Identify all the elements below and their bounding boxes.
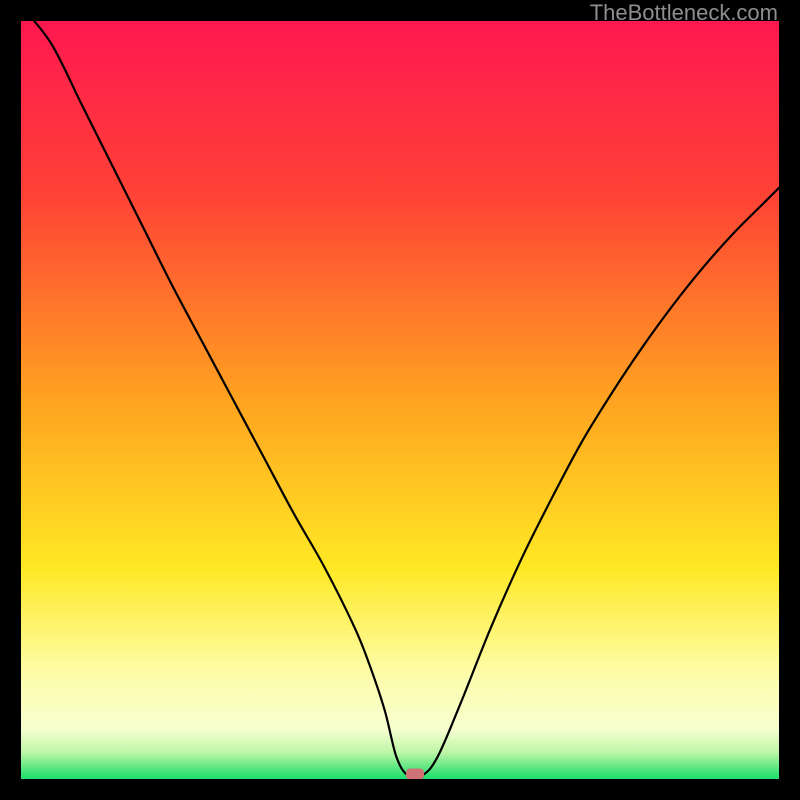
bottleneck-chart xyxy=(21,21,779,779)
gradient-background xyxy=(21,21,779,779)
optimal-point-marker xyxy=(406,768,424,779)
watermark-text: TheBottleneck.com xyxy=(590,0,778,26)
plot-frame xyxy=(21,21,779,779)
